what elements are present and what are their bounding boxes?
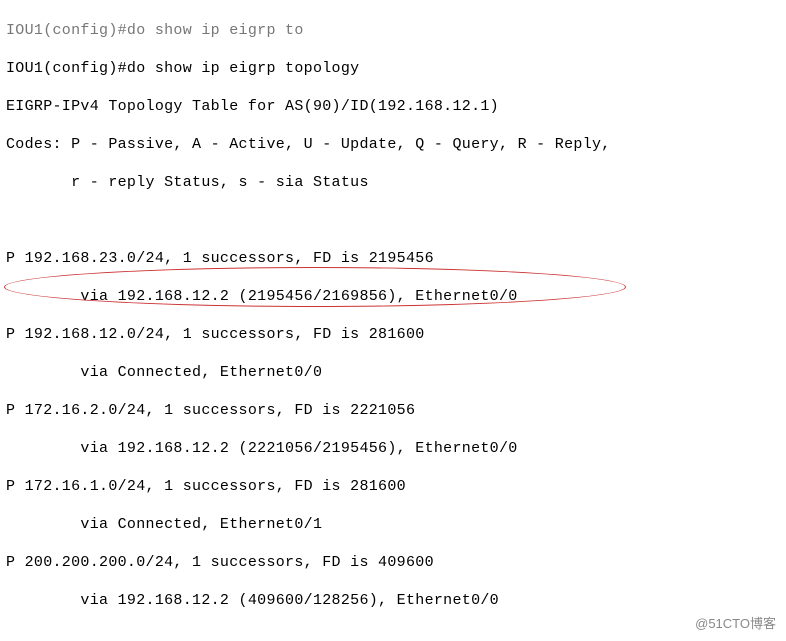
route-entry: P 172.16.2.0/24, 1 successors, FD is 222… — [6, 401, 780, 420]
route-via: via Connected, Ethernet0/1 — [6, 515, 780, 534]
table-header: EIGRP-IPv4 Topology Table for AS(90)/ID(… — [6, 97, 780, 116]
route-entry-highlighted: P 200.200.200.0/24, 1 successors, FD is … — [6, 553, 780, 572]
route-entry: P 192.168.12.0/24, 1 successors, FD is 2… — [6, 325, 780, 344]
route-entry: P 192.168.23.0/24, 1 successors, FD is 2… — [6, 249, 780, 268]
partial-prev-line: IOU1(config)#do show ip eigrp to — [6, 21, 780, 40]
command-line: IOU1(config)#do show ip eigrp topology — [6, 59, 780, 78]
route-via-highlighted: via 192.168.12.2 (409600/128256), Ethern… — [6, 591, 780, 610]
route-via: via Connected, Ethernet0/0 — [6, 363, 780, 382]
watermark-text: @51CTO博客 — [695, 614, 776, 633]
codes-line-1: Codes: P - Passive, A - Active, U - Upda… — [6, 135, 780, 154]
terminal-output-iou1: IOU1(config)#do show ip eigrp to IOU1(co… — [0, 0, 786, 641]
blank-line — [6, 211, 780, 230]
codes-line-2: r - reply Status, s - sia Status — [6, 173, 780, 192]
route-entry: P 172.16.1.0/24, 1 successors, FD is 281… — [6, 477, 780, 496]
route-via: via 192.168.12.2 (2195456/2169856), Ethe… — [6, 287, 780, 306]
route-via: via 192.168.12.2 (2221056/2195456), Ethe… — [6, 439, 780, 458]
